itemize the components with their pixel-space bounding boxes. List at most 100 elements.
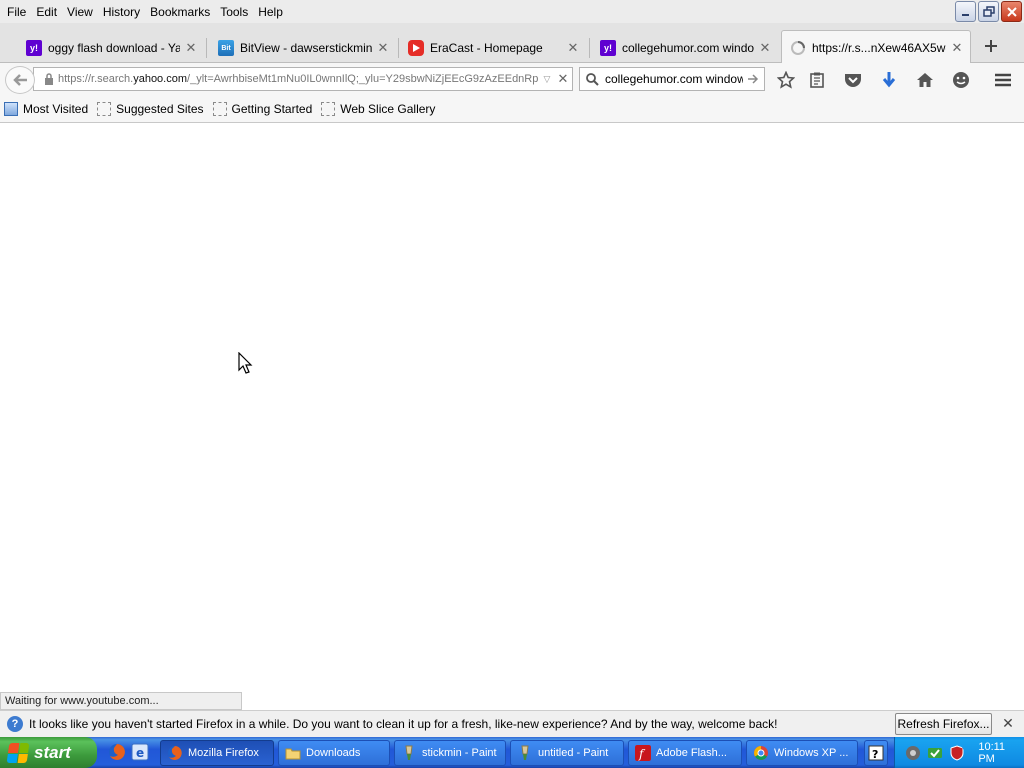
minimize-icon [961, 13, 969, 16]
url-dropdown-icon[interactable]: ▽ [540, 74, 554, 85]
firefox-icon [168, 746, 182, 760]
pocket-button[interactable] [842, 69, 864, 91]
task-label: untitled - Paint [538, 747, 609, 759]
search-input[interactable] [605, 72, 743, 86]
tab-close-icon[interactable]: ✕ [376, 40, 390, 56]
plus-icon [985, 40, 997, 52]
tab-collegehumor[interactable]: y! collegehumor.com windo... ✕ [592, 33, 778, 63]
tab-title: collegehumor.com windo... [622, 41, 754, 55]
downloads-button[interactable] [878, 69, 900, 91]
paint-icon [405, 745, 413, 760]
security-shield-icon[interactable] [949, 744, 965, 761]
tab-divider [398, 38, 399, 58]
menu-edit[interactable]: Edit [31, 2, 62, 22]
bookmark-label: Web Slice Gallery [340, 102, 436, 116]
notification-bar: ? It looks like you haven't started Fire… [0, 710, 1024, 737]
bookmarks-menu-button[interactable] [806, 69, 828, 91]
notification-message: It looks like you haven't started Firefo… [29, 717, 778, 731]
url-bar[interactable]: https://r.search.yahoo.com/_ylt=Awrhbise… [33, 67, 573, 91]
tab-active-loading[interactable]: https://r.s...nXew46AX5w- ✕ [781, 30, 971, 64]
restore-button[interactable] [978, 1, 999, 22]
tab-close-icon[interactable]: ✕ [758, 40, 772, 56]
minimize-button[interactable] [955, 1, 976, 22]
clipboard-icon [810, 72, 824, 88]
task-help-window[interactable]: ? [864, 740, 888, 766]
tab-eracast[interactable]: EraCast - Homepage ✕ [400, 33, 586, 63]
help-icon: ? [868, 745, 884, 761]
url-host: yahoo.com [133, 73, 188, 85]
page-content[interactable] [0, 124, 1024, 710]
bookmark-web-slice-gallery[interactable]: Web Slice Gallery [321, 102, 435, 116]
url-path: /_ylt=AwrhbiseMt1mNu0IL0wnnIlQ;_ylu=Y29s… [187, 73, 539, 85]
home-button[interactable] [914, 69, 936, 91]
flash-icon: f [635, 745, 651, 761]
tab-title: oggy flash download - Ya... [48, 41, 180, 55]
update-tray-icon[interactable] [927, 745, 943, 761]
close-window-button[interactable] [1001, 1, 1022, 22]
task-windows-xp[interactable]: Windows XP ... [746, 740, 858, 766]
tab-oggy-flash[interactable]: y! oggy flash download - Ya... ✕ [18, 33, 204, 63]
new-tab-button[interactable] [978, 33, 1004, 59]
tab-bitview[interactable]: Bit BitView - dawserstickmin r... ✕ [210, 33, 396, 63]
bookmark-star-button[interactable] [775, 69, 797, 91]
network-tray-icon[interactable] [905, 745, 921, 761]
open-menu-button[interactable] [992, 69, 1014, 91]
stop-icon[interactable]: ✕ [554, 71, 572, 87]
search-go-icon[interactable] [747, 73, 759, 85]
youtube-icon [408, 40, 424, 56]
restore-icon [982, 5, 995, 17]
tab-title: BitView - dawserstickmin r... [240, 41, 372, 55]
close-icon [1006, 6, 1017, 17]
task-mozilla-firefox[interactable]: Mozilla Firefox [160, 740, 274, 766]
most-visited-icon [4, 102, 18, 116]
start-label: start [34, 742, 71, 762]
start-button[interactable]: start [0, 737, 97, 768]
tab-title: EraCast - Homepage [430, 41, 543, 55]
firefox-quicklaunch-icon[interactable] [108, 743, 126, 761]
chat-smiley-icon [953, 72, 969, 88]
tab-close-icon[interactable]: ✕ [566, 40, 580, 56]
hamburger-menu-icon [995, 73, 1011, 87]
bookmark-suggested-sites[interactable]: Suggested Sites [97, 102, 204, 116]
task-adobe-flash[interactable]: f Adobe Flash... [628, 740, 742, 766]
task-label: Windows XP ... [774, 747, 849, 759]
window-controls [955, 1, 1022, 22]
back-button[interactable] [5, 66, 35, 94]
bookmark-most-visited[interactable]: Most Visited [4, 102, 88, 116]
menu-file[interactable]: File [2, 2, 31, 22]
paint-icon [521, 745, 529, 760]
navigation-bar: https://r.search.yahoo.com/_ylt=Awrhbise… [0, 63, 1024, 96]
hello-chat-button[interactable] [950, 69, 972, 91]
pocket-icon [845, 74, 861, 87]
tab-divider [589, 38, 590, 58]
task-untitled-paint[interactable]: untitled - Paint [510, 740, 624, 766]
notification-close-icon[interactable]: ✕ [1000, 715, 1016, 733]
task-label: Mozilla Firefox [188, 747, 259, 759]
taskbar: start e Mozilla Firefox Downloads stickm… [0, 737, 1024, 768]
tab-close-icon[interactable]: ✕ [950, 40, 964, 56]
refresh-firefox-button[interactable]: Refresh Firefox... [895, 713, 992, 735]
ie-quicklaunch-icon[interactable]: e [131, 743, 149, 761]
bitview-icon: Bit [218, 40, 234, 56]
task-stickmin-paint[interactable]: stickmin - Paint [394, 740, 506, 766]
system-clock[interactable]: 10:11 PM [978, 741, 1024, 765]
windows-flag-icon [6, 742, 30, 763]
task-downloads[interactable]: Downloads [278, 740, 390, 766]
loading-icon [790, 40, 806, 56]
menu-help[interactable]: Help [253, 2, 288, 22]
url-prefix: https://r.search. [58, 73, 134, 85]
task-label: Downloads [306, 747, 361, 759]
back-arrow-icon [13, 74, 27, 86]
chrome-icon [754, 746, 768, 760]
svg-text:e: e [136, 746, 144, 760]
search-bar[interactable] [579, 67, 765, 91]
menu-view[interactable]: View [62, 2, 98, 22]
menu-tools[interactable]: Tools [215, 2, 253, 22]
menu-history[interactable]: History [98, 2, 145, 22]
tab-close-icon[interactable]: ✕ [184, 40, 198, 56]
menu-bookmarks[interactable]: Bookmarks [145, 2, 215, 22]
page-placeholder-icon [321, 102, 336, 116]
yahoo-icon: y! [600, 40, 616, 56]
bookmark-getting-started[interactable]: Getting Started [212, 102, 312, 116]
info-icon: ? [7, 716, 23, 732]
